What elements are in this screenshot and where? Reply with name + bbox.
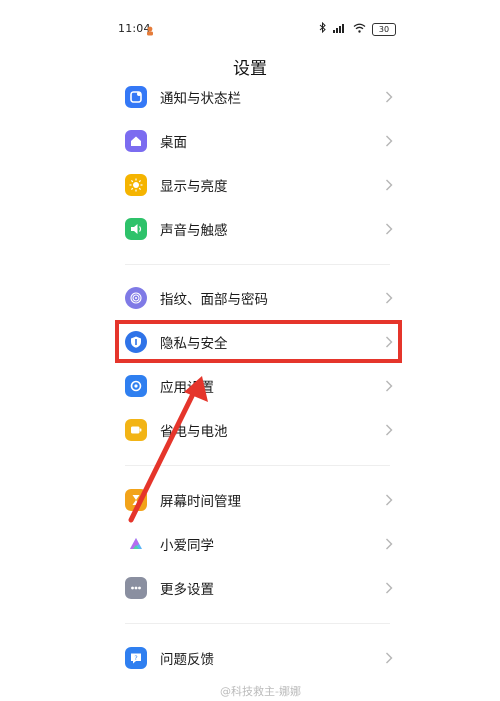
page-title: 设置 — [233, 59, 267, 79]
home-icon — [125, 130, 147, 152]
setting-item-fingerprint[interactable]: 指纹、面部与密码 — [115, 280, 405, 316]
battery-icon: 30 — [372, 22, 396, 36]
setting-item-app-settings[interactable]: 应用设置 — [115, 368, 405, 404]
setting-label: 更多设置 — [160, 582, 214, 598]
fingerprint-icon — [125, 287, 147, 309]
setting-label: 小爱同学 — [160, 538, 214, 554]
chevron-right-icon — [383, 179, 395, 191]
setting-item-xiaoai[interactable]: 小爱同学 — [115, 526, 405, 562]
setting-item-desktop[interactable]: 桌面 — [115, 123, 405, 159]
chevron-right-icon — [383, 652, 395, 664]
hourglass-icon — [125, 489, 147, 511]
setting-item-feedback[interactable]: ? 问题反馈 — [115, 640, 405, 676]
chevron-right-icon — [383, 380, 395, 392]
chevron-right-icon — [383, 91, 395, 103]
notification-icon — [125, 86, 147, 108]
setting-label: 通知与状态栏 — [160, 91, 241, 107]
setting-label: 桌面 — [160, 135, 187, 151]
setting-label: 屏幕时间管理 — [160, 494, 241, 510]
setting-item-notifications[interactable]: 通知与状态栏 — [115, 79, 405, 115]
section-divider — [125, 465, 390, 466]
setting-label: 省电与电池 — [160, 424, 228, 440]
setting-item-battery[interactable]: 省电与电池 — [115, 412, 405, 448]
chevron-right-icon — [383, 135, 395, 147]
chevron-right-icon — [383, 223, 395, 235]
feedback-icon: ? — [125, 647, 147, 669]
speaker-icon — [125, 218, 147, 240]
chevron-right-icon — [383, 494, 395, 506]
chevron-right-icon — [383, 424, 395, 436]
setting-label: 声音与触感 — [160, 223, 228, 239]
setting-item-display[interactable]: 显示与亮度 — [115, 167, 405, 203]
status-bar: 11:04 30 — [0, 0, 500, 44]
section-divider — [125, 623, 390, 624]
more-icon — [125, 577, 147, 599]
setting-label: 应用设置 — [160, 380, 214, 396]
wifi-icon — [353, 23, 366, 36]
section-divider — [125, 264, 390, 265]
svg-text:?: ? — [134, 654, 137, 662]
setting-item-sound[interactable]: 声音与触感 — [115, 211, 405, 247]
setting-item-screen-time[interactable]: 屏幕时间管理 — [115, 482, 405, 518]
chevron-right-icon — [383, 292, 395, 304]
setting-item-more[interactable]: 更多设置 — [115, 570, 405, 606]
app-settings-icon — [125, 375, 147, 397]
sun-icon — [125, 174, 147, 196]
bluetooth-icon — [319, 21, 327, 36]
battery-saver-icon — [125, 419, 147, 441]
chevron-right-icon — [383, 582, 395, 594]
setting-label: 显示与亮度 — [160, 179, 228, 195]
setting-label: 指纹、面部与密码 — [160, 292, 268, 308]
notification-badge-icon — [145, 22, 155, 36]
privacy-highlight-box — [115, 320, 402, 363]
setting-label: 问题反馈 — [160, 652, 214, 668]
signal-icon — [333, 23, 347, 36]
chevron-right-icon — [383, 538, 395, 550]
settings-screen: 11:04 30 设置 通知与状态栏 桌面 显示与亮度 声音与触感 指纹、面部与… — [0, 0, 500, 701]
watermark: @科技救主-娜娜 — [220, 685, 301, 698]
xiaoai-icon — [125, 533, 147, 555]
status-icons: 30 — [319, 21, 396, 36]
